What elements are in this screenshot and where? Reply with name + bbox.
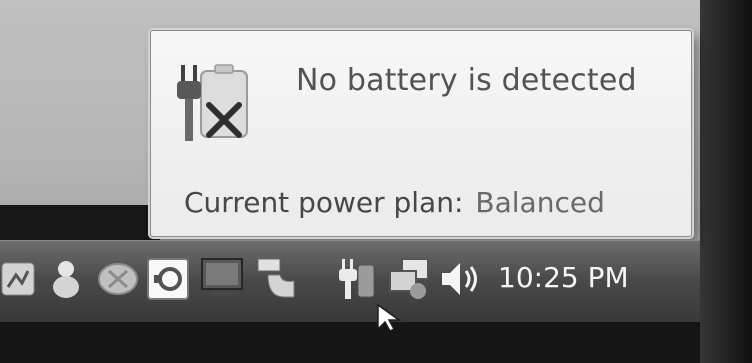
network-icon[interactable]	[388, 257, 432, 301]
desktop-edge	[700, 0, 752, 363]
messenger-icon[interactable]	[46, 257, 90, 301]
power-plan-row[interactable]: Current power plan: Balanced	[184, 186, 605, 219]
battery-flyout: No battery is detected Current power pla…	[150, 30, 692, 237]
battery-plug-error-icon	[173, 61, 253, 151]
chat-icon[interactable]	[96, 257, 140, 301]
power-plan-value[interactable]: Balanced	[475, 186, 604, 219]
taskbar: 10:25 PM	[0, 240, 700, 323]
volume-icon[interactable]	[438, 257, 482, 301]
app-icon[interactable]	[0, 257, 44, 301]
device-icon[interactable]	[254, 257, 298, 301]
taskbar-bottom-edge	[0, 322, 700, 363]
system-clock[interactable]: 10:25 PM	[498, 261, 629, 294]
app-window-icon[interactable]	[146, 257, 190, 301]
mouse-pointer-icon	[376, 303, 404, 333]
battery-status-text: No battery is detected	[296, 63, 637, 98]
monitor-icon[interactable]	[200, 257, 244, 301]
desktop-band	[0, 205, 160, 240]
power-plan-label: Current power plan:	[184, 186, 464, 219]
power-plug-icon[interactable]	[336, 257, 380, 301]
